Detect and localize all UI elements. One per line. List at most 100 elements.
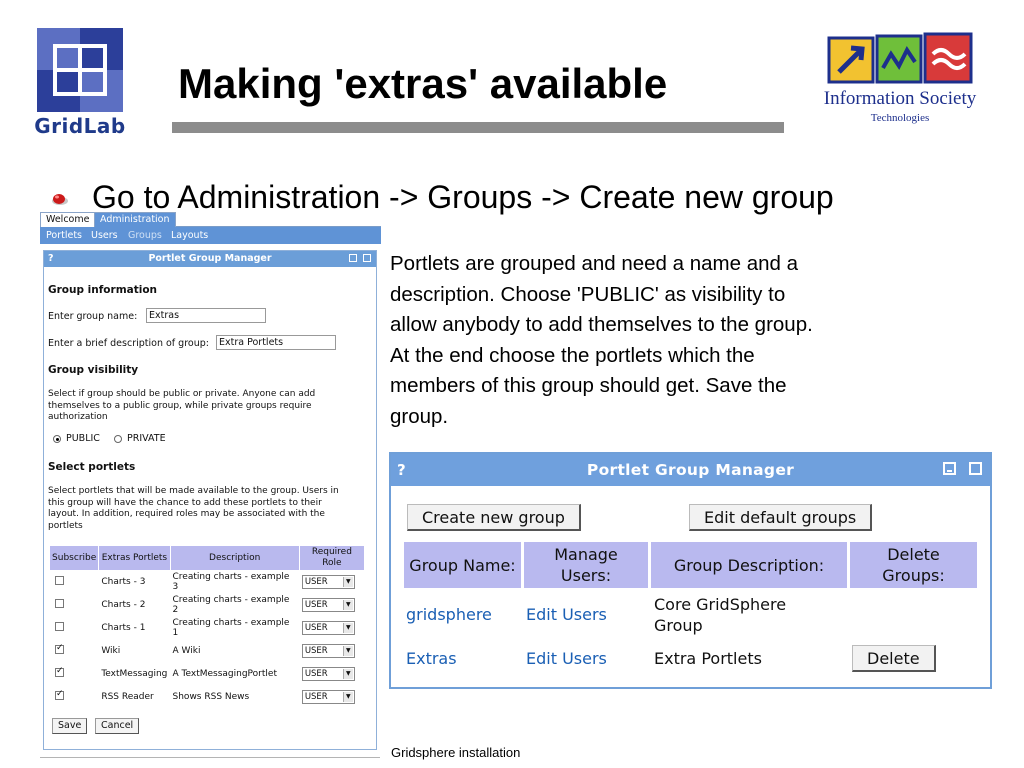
tab-administration[interactable]: Administration [94, 212, 176, 227]
tab-bar: Welcome Administration [40, 212, 381, 227]
portlet-name: RSS Reader [101, 692, 154, 702]
footer-rule [40, 757, 380, 758]
body-line: At the end choose the portlets which the [390, 343, 755, 367]
table-row: Charts - 1 Creating charts - example 1 U… [50, 617, 364, 639]
col-group-description: Group Description: [651, 542, 847, 588]
portlets-table: Subscribe Extras Portlets Description Re… [49, 545, 365, 709]
ist-logo-subtext: Technologies [870, 112, 930, 124]
tab-welcome[interactable]: Welcome [40, 212, 96, 227]
table-row: RSS Reader Shows RSS News USER▼ [50, 686, 364, 708]
save-button[interactable]: Save [52, 718, 88, 734]
subnav-groups[interactable]: Groups [128, 230, 162, 241]
bullet-text: Go to Administration -> Groups -> Create… [92, 179, 834, 215]
chevron-down-icon: ▼ [342, 692, 353, 702]
role-select[interactable]: USER ▼ [301, 598, 355, 612]
select-portlets-heading: Select portlets [48, 461, 136, 473]
ist-logo-tiles-icon [827, 32, 973, 84]
edit-default-groups-button[interactable]: Edit default groups [689, 504, 873, 531]
minimize-icon[interactable] [943, 462, 956, 475]
subscribe-checkbox[interactable] [55, 622, 64, 631]
col-delete-groups: Delete Groups: [850, 542, 977, 588]
visibility-text: Select if group should be public or priv… [48, 389, 316, 422]
panel-header: ? Portlet Group Manager [44, 251, 376, 267]
group-name-input[interactable]: Extras [146, 308, 266, 323]
select-portlets-text: Select portlets that will be made availa… [48, 486, 339, 531]
col-manage-users: Manage Users: [524, 542, 648, 588]
minimize-icon[interactable] [349, 254, 357, 262]
cancel-button[interactable]: Cancel [95, 718, 140, 734]
col-required-role: Required Role [299, 546, 364, 570]
portlet-desc: A TextMessagingPortlet [172, 669, 277, 679]
maximize-icon[interactable] [363, 254, 371, 262]
group-info-heading: Group information [48, 284, 158, 296]
chevron-down-icon: ▼ [342, 577, 353, 587]
table-row: TextMessaging A TextMessagingPortlet USE… [50, 663, 364, 685]
role-select[interactable]: USER ▼ [301, 621, 355, 635]
sub-nav: Portlets Users Groups Layouts [40, 227, 381, 244]
portlet-desc: Creating charts - example 2 [172, 595, 290, 615]
table-row: Wiki A Wiki USER▼ [50, 640, 364, 662]
group-link-extras[interactable]: Extras [406, 648, 457, 669]
portlet-name: Charts - 3 [101, 577, 146, 587]
subnav-portlets[interactable]: Portlets [46, 230, 82, 241]
chevron-down-icon: ▼ [342, 623, 353, 633]
public-label: PUBLIC [66, 433, 100, 444]
group-description: Extra Portlets [654, 649, 762, 668]
gridlab-logo-text: GridLab [34, 114, 126, 138]
portlet-name: TextMessaging [101, 669, 168, 679]
chevron-down-icon: ▼ [342, 669, 353, 679]
private-radio[interactable] [114, 435, 122, 443]
subscribe-checkbox[interactable] [55, 576, 64, 585]
big-panel-title: Portlet Group Manager [586, 461, 795, 479]
group-desc-input[interactable]: Extra Portlets [216, 335, 336, 350]
public-radio[interactable] [53, 435, 61, 443]
role-select[interactable]: USER ▼ [301, 575, 355, 589]
create-group-button[interactable]: Create new group [407, 504, 581, 531]
group-link-gridsphere[interactable]: gridsphere [406, 604, 492, 625]
col-group-name: Group Name: [404, 542, 521, 588]
portlet-desc: Shows RSS News [172, 692, 250, 702]
delete-button[interactable]: Delete [852, 645, 936, 672]
large-screenshot: ? Portlet Group Manager Create new group… [389, 452, 992, 689]
title-rule [172, 122, 784, 133]
table-row: Charts - 2 Creating charts - example 2 U… [50, 594, 364, 616]
subscribe-checkbox[interactable] [55, 599, 64, 608]
big-panel-header: ? Portlet Group Manager [391, 454, 990, 486]
maximize-icon[interactable] [969, 462, 982, 475]
group-desc-label: Enter a brief description of group: [48, 338, 209, 349]
ist-logo-text: Information Society [823, 88, 977, 109]
panel-title: Portlet Group Manager [148, 253, 272, 264]
col-subscribe: Subscribe [50, 546, 99, 570]
col-description: Description [170, 546, 299, 570]
body-line: members of this group should get. Save t… [390, 374, 787, 397]
body-line: Portlets are grouped and need a name and… [390, 252, 799, 275]
role-select[interactable]: USER ▼ [301, 644, 355, 658]
chevron-down-icon: ▼ [342, 646, 353, 656]
col-extras-portlets: Extras Portlets [99, 546, 170, 570]
bullet-icon [52, 194, 68, 205]
subscribe-checkbox[interactable] [55, 689, 64, 700]
visibility-heading: Group visibility [48, 364, 139, 376]
role-select[interactable]: USER ▼ [301, 690, 355, 704]
subscribe-checkbox[interactable] [55, 643, 64, 654]
body-line: description. Choose 'PUBLIC' as visibili… [390, 282, 786, 306]
table-header-row: Subscribe Extras Portlets Description Re… [50, 546, 364, 570]
private-label: PRIVATE [127, 433, 166, 444]
subnav-layouts[interactable]: Layouts [171, 230, 208, 241]
portlet-desc: Creating charts - example 3 [172, 572, 290, 592]
portlet-desc: Creating charts - example 1 [172, 618, 290, 638]
slide-title: Making 'extras' available [178, 60, 668, 107]
footer-text: Gridsphere installation [391, 745, 521, 760]
ist-logo: Information Society Technologies [803, 30, 997, 130]
subscribe-checkbox[interactable] [55, 666, 64, 677]
edit-users-link[interactable]: Edit Users [526, 648, 607, 669]
group-name-label: Enter group name: [48, 311, 138, 322]
portlet-name: Charts - 1 [101, 623, 146, 633]
subnav-users[interactable]: Users [91, 230, 118, 241]
edit-users-link[interactable]: Edit Users [526, 604, 607, 625]
small-screenshot: Welcome Administration Portlets Users Gr… [40, 212, 381, 752]
gridlab-logo-icon [33, 26, 127, 114]
group-description: Core GridSphere Group [654, 595, 787, 635]
role-select[interactable]: USER ▼ [301, 667, 355, 681]
gridlab-logo: GridLab [33, 26, 127, 138]
